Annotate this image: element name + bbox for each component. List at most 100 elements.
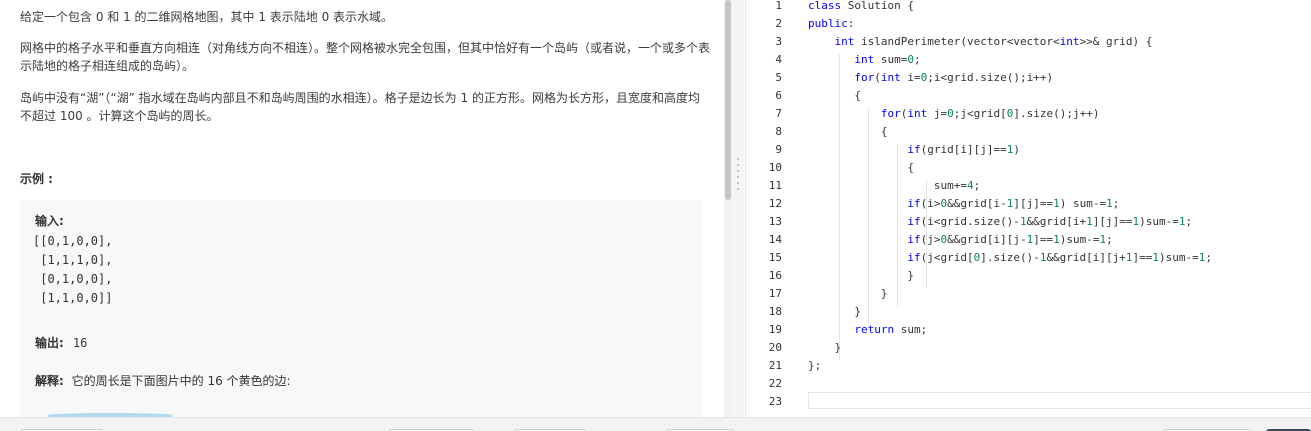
code-keyword: for (880, 107, 901, 120)
code-line[interactable]: 4 int sum=0; (746, 51, 1311, 69)
example-input-line: [1,1,1,0], (33, 253, 113, 267)
code-line[interactable]: 10 { (746, 159, 1311, 177)
code-line[interactable]: 9 if(grid[i][j]==1) (746, 141, 1311, 159)
code-line[interactable]: 16 } (746, 267, 1311, 285)
code-token: i= (900, 71, 921, 84)
line-number: 23 (768, 395, 782, 408)
code-line[interactable]: 14 if(j>0&&grid[i][j-1]==1)sum-=1; (746, 231, 1311, 249)
grip-dot (737, 158, 739, 160)
code-token: ; (1112, 197, 1120, 210)
code-text[interactable]: if(grid[i][j]==1) (808, 141, 1020, 159)
code-line[interactable]: 8 { (746, 123, 1311, 141)
code-token: ( (874, 71, 881, 84)
line-number: 21 (768, 359, 782, 372)
code-line[interactable]: 7 for(int j=0;j<grid[0].size();j++) (746, 105, 1311, 123)
line-number: 2 (775, 17, 782, 30)
code-text[interactable]: { (808, 87, 861, 105)
code-text[interactable]: if(j>0&&grid[i][j-1]==1)sum-=1; (808, 231, 1112, 249)
code-token: )sum-= (1159, 251, 1199, 264)
code-text[interactable]: if(i<grid.size()-1&&grid[i+1][j]==1)sum-… (808, 213, 1192, 231)
code-keyword: if (907, 251, 921, 264)
code-text[interactable]: { (808, 123, 888, 141)
code-line[interactable]: 3 int islandPerimeter(vector<vector<int>… (746, 33, 1311, 51)
panel-resize-handle[interactable] (732, 0, 744, 417)
code-text[interactable]: public: (808, 15, 854, 33)
description-scrollbar[interactable] (724, 0, 732, 417)
code-keyword: int (907, 107, 928, 120)
code-keyword: int (834, 35, 855, 48)
line-number: 8 (775, 125, 782, 138)
code-text[interactable]: class Solution { (808, 0, 914, 15)
code-token: )sum-= (1059, 233, 1100, 246)
code-text[interactable]: sum+=4; (808, 177, 980, 195)
code-token: (grid[i][j]== (920, 143, 1007, 156)
code-token: { (808, 125, 888, 138)
code-token: ].size();j++) (1013, 107, 1100, 120)
code-text[interactable]: } (808, 303, 861, 321)
code-keyword: if (907, 143, 921, 156)
code-line[interactable]: 5 for(int i=0;i<grid.size();i++) (746, 69, 1311, 87)
grip-dot (737, 182, 739, 184)
code-text[interactable]: return sum; (808, 321, 927, 339)
code-token: )sum-= (1139, 215, 1179, 228)
description-scrollbar-thumb[interactable] (725, 0, 731, 200)
code-text[interactable]: if(i>0&&grid[i-1][j]==1) sum-=1; (808, 195, 1119, 213)
line-number: 15 (768, 251, 782, 264)
code-line[interactable]: 12 if(i>0&&grid[i-1][j]==1) sum-=1; (746, 195, 1311, 213)
line-number: 6 (775, 89, 782, 102)
code-line[interactable]: 17 } (746, 285, 1311, 303)
code-text[interactable]: }; (808, 357, 821, 375)
code-editor[interactable]: 1 class Solution { 2 public: 3 int islandPer… (745, 0, 1311, 417)
code-text[interactable]: } (808, 339, 841, 357)
code-keyword: int (1059, 35, 1080, 48)
line-number: 18 (768, 305, 782, 318)
code-line[interactable]: 2 public: (746, 15, 1311, 33)
code-line[interactable]: 11 sum+=4; (746, 177, 1311, 195)
code-token: &&grid[i+ (1026, 215, 1087, 228)
line-number: 16 (768, 269, 782, 282)
code-line[interactable]: 1 class Solution { (746, 0, 1311, 15)
code-token: >>& grid) { (1079, 35, 1153, 48)
code-line[interactable]: 13 if(i<grid.size()-1&&grid[i+1][j]==1)s… (746, 213, 1311, 231)
example-block: 输入: [[0,1,0,0], [1,1,1,0], [0,1,0,0], [1… (20, 200, 703, 431)
code-number: 0 (907, 53, 914, 66)
code-line[interactable]: 22 (746, 375, 1311, 393)
grip-dot (737, 164, 739, 166)
code-number: 1 (1086, 215, 1093, 228)
code-token: sum; (894, 323, 928, 336)
problem-paragraph-1: 给定一个包含 0 和 1 的二维网格地图，其中 1 表示陆地 0 表示水域。 (20, 10, 394, 24)
code-keyword: if (907, 233, 921, 246)
code-line[interactable]: 15 if(j<grid[0].size()-1&&grid[i][j+1]==… (746, 249, 1311, 267)
line-number: 11 (768, 179, 782, 192)
problem-paragraph-3: 岛屿中没有“湖”（“湖” 指水域在岛屿内部且不和岛屿周围的水相连）。格子是边长为… (20, 91, 700, 123)
code-line[interactable]: 6 { (746, 87, 1311, 105)
code-line[interactable]: 19 return sum; (746, 321, 1311, 339)
code-line[interactable]: 21}; (746, 357, 1311, 375)
code-line[interactable]: 20 } (746, 339, 1311, 357)
code-line[interactable]: 23 (746, 393, 1311, 411)
code-text[interactable]: int sum=0; (808, 51, 920, 69)
code-token: ; (1205, 251, 1213, 264)
code-text[interactable]: } (808, 285, 888, 303)
code-number: 1 (1125, 251, 1133, 264)
code-text[interactable]: { (808, 159, 914, 177)
code-token: islandPerimeter(vector<vector< (854, 35, 1060, 48)
line-number: 4 (775, 53, 782, 66)
code-number: 1 (1053, 233, 1060, 246)
code-text[interactable]: int islandPerimeter(vector<vector<int>>&… (808, 33, 1153, 51)
code-token: Solution { (841, 0, 914, 12)
code-token: sum+= (808, 179, 967, 192)
code-number: 1 (1178, 215, 1186, 228)
code-text[interactable]: if(j<grid[0].size()-1&&grid[i][j+1]==1)s… (808, 249, 1212, 267)
code-line[interactable]: 18 } (746, 303, 1311, 321)
example-heading: 示例 : (20, 172, 53, 186)
code-keyword: int (880, 71, 901, 84)
line-number: 1 (775, 0, 782, 12)
code-token: ) sum-= (1059, 197, 1107, 210)
code-text[interactable]: for(int i=0;i<grid.size();i++) (808, 69, 1053, 87)
code-text[interactable]: } (808, 267, 914, 285)
bottom-toolbar (0, 417, 1311, 431)
code-keyword: int (854, 53, 875, 66)
code-text[interactable]: for(int j=0;j<grid[0].size();j++) (808, 105, 1100, 123)
